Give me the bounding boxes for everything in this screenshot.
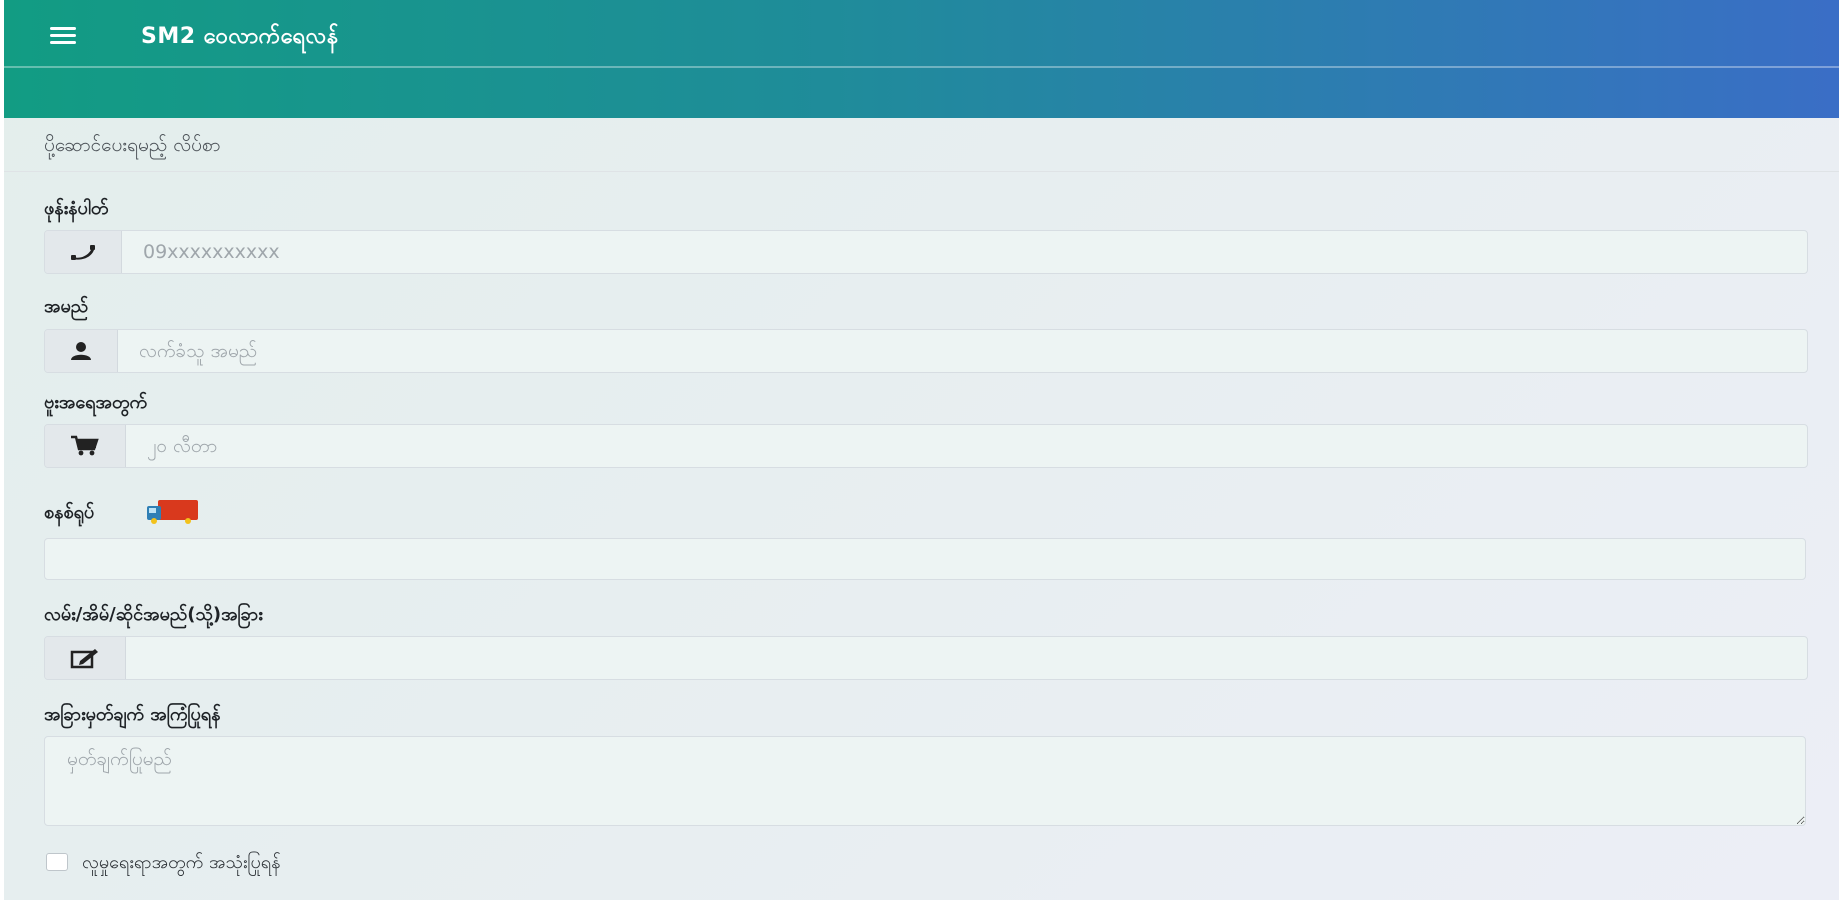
delivery-label: စနစ်ရုပ် bbox=[44, 502, 95, 523]
topbar-divider bbox=[4, 66, 1839, 68]
card-title: ပို့ဆောင်ပေးရမည့် လိပ်စာ bbox=[44, 134, 221, 156]
name-input-group bbox=[44, 329, 1808, 373]
address-label: လမ်း/အိမ်/ဆိုင်အမည်(သို့)အခြား bbox=[44, 604, 263, 625]
quantity-input-group bbox=[44, 424, 1808, 468]
delivery-truck-icon bbox=[144, 498, 200, 528]
user-icon bbox=[45, 330, 118, 372]
app-title: SM2 ဝေလာက်ရေလန် bbox=[141, 24, 339, 49]
address-input[interactable] bbox=[125, 637, 1807, 679]
name-label: အမည် bbox=[44, 296, 89, 317]
phone-input-group bbox=[44, 230, 1808, 274]
name-input[interactable] bbox=[117, 330, 1807, 372]
phone-label: ဖုန်းနံပါတ် bbox=[44, 198, 109, 219]
notes-textarea[interactable] bbox=[44, 736, 1806, 826]
quantity-input[interactable] bbox=[125, 425, 1807, 467]
shopping-cart-icon bbox=[45, 425, 126, 467]
card-header-divider bbox=[4, 171, 1839, 172]
remember-label: လူမှုရေးရာအတွက် အသုံးပြုရန် bbox=[82, 852, 281, 873]
address-input-group bbox=[44, 636, 1808, 680]
phone-icon bbox=[45, 231, 122, 273]
app-window: SM2 ဝေလာက်ရေလန် ပို့ဆောင်ပေးရမည့် လိပ်စာ… bbox=[4, 0, 1839, 900]
hamburger-menu-icon[interactable] bbox=[46, 22, 80, 48]
phone-input[interactable] bbox=[121, 231, 1807, 273]
delivery-input[interactable] bbox=[44, 538, 1806, 580]
edit-note-icon bbox=[45, 637, 126, 679]
remember-checkbox[interactable] bbox=[46, 853, 68, 871]
quantity-label: ဗူးအရေအတွက် bbox=[44, 392, 148, 413]
top-app-bar: SM2 ဝေလာက်ရေလန် bbox=[4, 0, 1839, 118]
notes-label: အခြားမှတ်ချက် အကြံပြုရန် bbox=[44, 704, 221, 725]
